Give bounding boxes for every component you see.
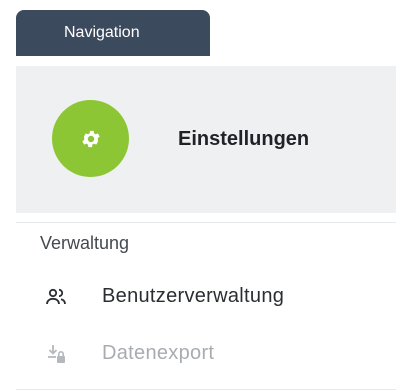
settings-avatar <box>52 100 129 177</box>
menu-item-label: Datenexport <box>102 342 215 364</box>
download-lock-icon <box>48 345 65 363</box>
settings-section: Verwaltung Benutzerverwaltung Datenexpor… <box>16 222 396 390</box>
menu-item-benutzerverwaltung[interactable]: Benutzerverwaltung <box>16 275 396 319</box>
menu-item-label: Benutzerverwaltung <box>102 285 285 307</box>
settings-navigation: Navigation Einstellungen Verwaltung Benu… <box>0 0 396 390</box>
section-label: Verwaltung <box>40 233 130 253</box>
settings-header[interactable]: Einstellungen <box>16 66 396 213</box>
menu-item-datenexport[interactable]: Datenexport <box>16 332 396 376</box>
users-icon <box>46 288 66 305</box>
navigation-panel: Einstellungen Verwaltung Benutzerverwalt… <box>16 56 396 390</box>
navigation-tab-label: Navigation <box>64 24 140 41</box>
gear-icon <box>81 130 100 147</box>
page-title: Einstellungen <box>178 128 310 150</box>
navigation-tab[interactable]: Navigation <box>16 10 210 56</box>
